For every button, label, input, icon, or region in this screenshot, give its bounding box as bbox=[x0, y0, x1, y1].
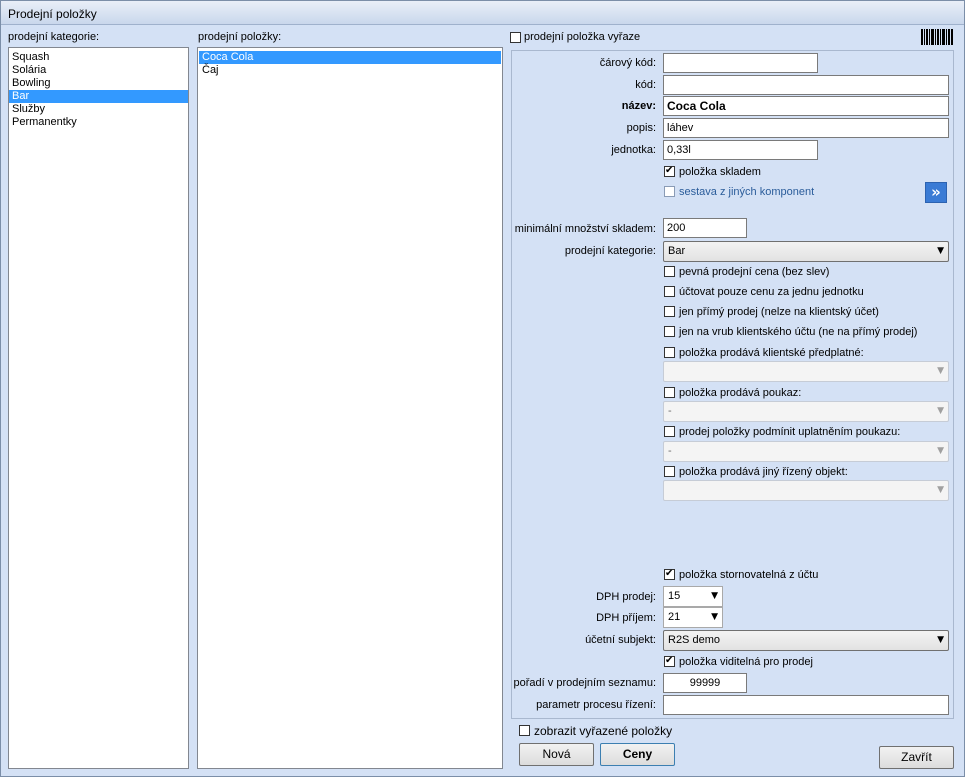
chevron-down-icon: ▼ bbox=[711, 612, 718, 622]
subscription-checkbox[interactable] bbox=[664, 347, 675, 358]
stock-checkbox[interactable] bbox=[664, 165, 675, 177]
vat-purchase-label: DPH příjem: bbox=[596, 612, 656, 624]
voucher-condition-select[interactable]: - ▼ bbox=[663, 441, 949, 462]
vat-sale-select[interactable]: 15 ▼ bbox=[663, 586, 723, 607]
entity-label: účetní subjekt: bbox=[585, 634, 656, 646]
name-label: název: bbox=[621, 100, 656, 112]
entity-select-value: R2S demo bbox=[668, 634, 720, 646]
chevron-down-icon: ▼ bbox=[937, 446, 944, 456]
items-label: prodejní položky: bbox=[198, 31, 282, 43]
item-list-item[interactable]: Coca Cola bbox=[199, 51, 501, 64]
fixed-price-label: pevná prodejní cena (bez slev) bbox=[679, 266, 830, 278]
window: Prodejní položky prodejní kategorie: Squ… bbox=[0, 0, 965, 777]
client-account-checkbox[interactable] bbox=[664, 326, 675, 337]
chevron-down-icon: ▼ bbox=[937, 406, 944, 416]
vat-sale-label: DPH prodej: bbox=[596, 591, 656, 603]
voucher-condition-label: prodej položky podmínit uplatněním pouka… bbox=[679, 426, 901, 438]
close-button[interactable]: Zavřít bbox=[879, 746, 954, 769]
item-list-item[interactable]: Čaj bbox=[199, 64, 501, 77]
unit-label: jednotka: bbox=[611, 144, 656, 156]
unit-price-label: účtovat pouze cenu za jednu jednotku bbox=[679, 286, 864, 298]
min-stock-input[interactable]: 200 bbox=[663, 218, 747, 238]
assembly-label: sestava z jiných komponent bbox=[679, 186, 815, 198]
voucher-select-value: - bbox=[668, 405, 672, 417]
double-chevron-right-icon[interactable]: » bbox=[925, 182, 947, 203]
chevron-down-icon: ▼ bbox=[711, 591, 718, 601]
unit-input[interactable]: 0,33l bbox=[663, 140, 818, 160]
chevron-down-icon: ▼ bbox=[937, 635, 944, 645]
category-list-item[interactable]: Bowling bbox=[9, 77, 188, 90]
vat-sale-value: 15 bbox=[668, 590, 681, 602]
assembly-checkbox[interactable] bbox=[664, 186, 675, 197]
new-button[interactable]: Nová bbox=[519, 743, 594, 766]
fixed-price-checkbox[interactable] bbox=[664, 266, 675, 277]
client-account-label: jen na vrub klientského účtu (ne na přím… bbox=[679, 326, 918, 338]
category-select[interactable]: Bar ▼ bbox=[663, 241, 949, 262]
show-retired-checkbox[interactable] bbox=[519, 725, 530, 736]
order-label: pořadí v prodejním seznamu: bbox=[513, 677, 656, 689]
prices-button[interactable]: Ceny bbox=[600, 743, 675, 766]
code-input[interactable] bbox=[663, 75, 949, 95]
category-select-label: prodejní kategorie: bbox=[564, 245, 656, 257]
param-label: parametr procesu řízení: bbox=[536, 699, 656, 711]
barcode-icon[interactable] bbox=[921, 29, 953, 45]
name-input[interactable]: Coca Cola bbox=[663, 96, 949, 116]
chevron-down-icon: ▼ bbox=[937, 485, 944, 495]
retired-label: prodejní položka vyřaze bbox=[524, 31, 641, 43]
vat-purchase-select[interactable]: 21 ▼ bbox=[663, 607, 723, 628]
voucher-condition-checkbox[interactable] bbox=[664, 426, 675, 437]
cancelable-label: položka stornovatelná z účtu bbox=[679, 569, 819, 581]
items-list[interactable]: Coca Cola Čaj bbox=[197, 47, 503, 769]
stock-label: položka skladem bbox=[679, 166, 761, 178]
window-title: Prodejní položky bbox=[8, 7, 97, 21]
description-input[interactable]: láhev bbox=[663, 118, 949, 138]
entity-select[interactable]: R2S demo ▼ bbox=[663, 630, 949, 651]
direct-sale-label: jen přímý prodej (nelze na klientský úče… bbox=[679, 306, 879, 318]
retired-checkbox[interactable] bbox=[510, 32, 521, 43]
code-label: kód: bbox=[635, 79, 656, 91]
chevron-down-icon: ▼ bbox=[937, 366, 944, 376]
category-list-item[interactable]: Bar bbox=[9, 90, 188, 103]
category-list-item[interactable]: Solária bbox=[9, 64, 188, 77]
visible-checkbox[interactable] bbox=[664, 655, 675, 667]
other-object-checkbox[interactable] bbox=[664, 466, 675, 477]
barcode-input[interactable] bbox=[663, 53, 818, 73]
vat-purchase-value: 21 bbox=[668, 611, 681, 623]
unit-price-checkbox[interactable] bbox=[664, 286, 675, 297]
voucher-label: položka prodává poukaz: bbox=[679, 387, 802, 399]
voucher-checkbox[interactable] bbox=[664, 387, 675, 398]
cancelable-checkbox[interactable] bbox=[664, 568, 675, 580]
voucher-select[interactable]: - ▼ bbox=[663, 401, 949, 422]
direct-sale-checkbox[interactable] bbox=[664, 306, 675, 317]
subscription-select[interactable]: ▼ bbox=[663, 361, 949, 382]
min-stock-label: minimální množství skladem: bbox=[514, 223, 656, 235]
param-input[interactable] bbox=[663, 695, 949, 715]
visible-label: položka viditelná pro prodej bbox=[679, 656, 813, 668]
barcode-label: čárový kód: bbox=[599, 57, 656, 69]
other-object-select[interactable]: ▼ bbox=[663, 480, 949, 501]
other-object-label: položka prodává jiný řízený objekt: bbox=[679, 466, 848, 478]
subscription-label: položka prodává klientské předplatné: bbox=[679, 347, 864, 359]
voucher-condition-select-value: - bbox=[668, 445, 672, 457]
category-list-item[interactable]: Služby bbox=[9, 103, 188, 116]
description-label: popis: bbox=[626, 122, 656, 134]
category-select-value: Bar bbox=[668, 245, 686, 257]
show-retired-label: zobrazit vyřazené položky bbox=[534, 724, 673, 738]
category-list-item[interactable]: Squash bbox=[9, 51, 188, 64]
categories-label: prodejní kategorie: bbox=[8, 31, 100, 43]
order-input[interactable]: 99999 bbox=[663, 673, 747, 693]
categories-list[interactable]: Squash Solária Bowling Bar Služby Permanentky bbox=[8, 47, 189, 769]
chevron-down-icon: ▼ bbox=[937, 246, 944, 256]
category-list-item[interactable]: Permanentky bbox=[9, 116, 188, 129]
title-bar: Prodejní položky bbox=[1, 1, 964, 25]
